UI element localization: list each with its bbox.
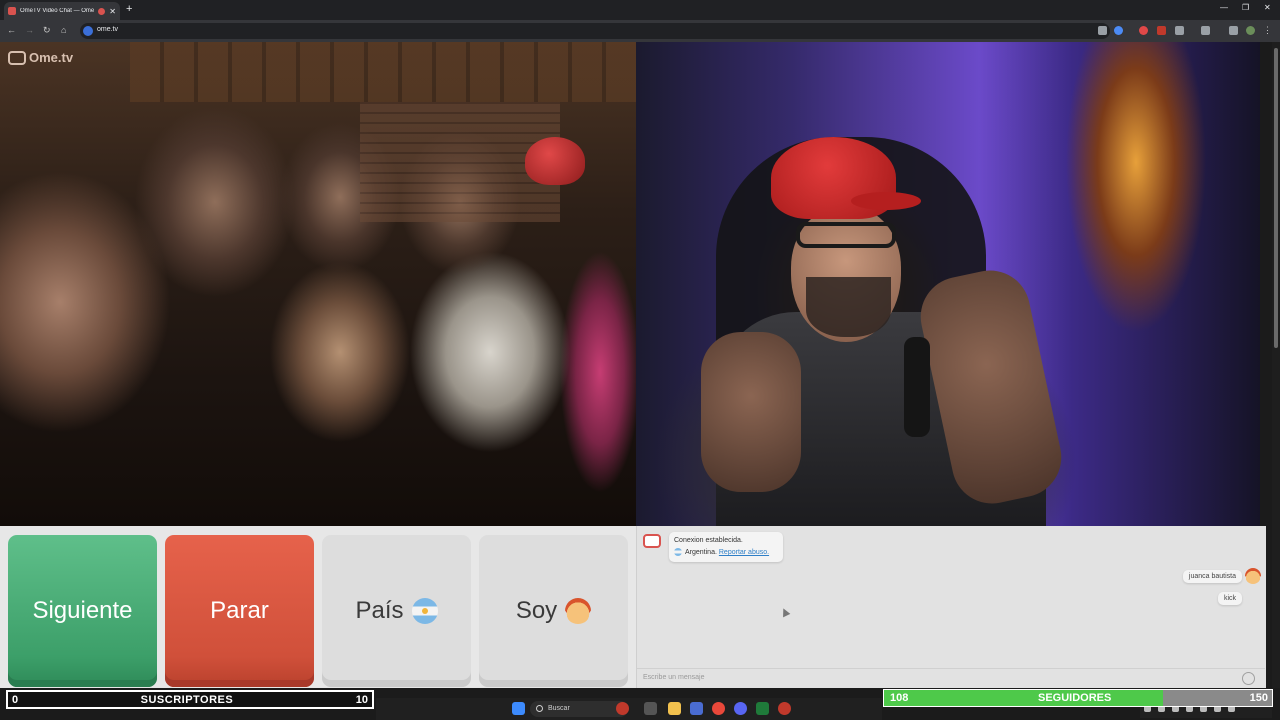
country-button[interactable]: País	[322, 535, 471, 687]
home-icon[interactable]: ⌂	[61, 25, 66, 35]
browser-tab[interactable]: OmeTV Video Chat — Ome ✕	[4, 2, 120, 20]
extensions-puzzle-icon[interactable]	[1175, 26, 1184, 35]
new-tab-icon[interactable]: +	[126, 3, 132, 15]
message-input[interactable]: Escribe un mensaje	[637, 668, 1265, 688]
profile-avatar[interactable]	[1246, 26, 1255, 35]
argentina-flag-icon	[674, 548, 682, 557]
recording-indicator-icon	[98, 7, 106, 15]
followers-goal: 150	[1249, 692, 1268, 704]
country-button-label: País	[355, 597, 404, 624]
argentina-flag-icon	[411, 598, 438, 624]
stop-button[interactable]: Parar	[165, 535, 314, 687]
chat-message: kick	[1217, 592, 1242, 605]
obs-icon[interactable]	[778, 702, 791, 715]
subscribers-label: SUSCRIPTORES	[140, 693, 234, 706]
minimize-icon[interactable]: —	[1220, 3, 1228, 12]
install-app-icon[interactable]	[1098, 26, 1107, 35]
page-scrollbar[interactable]	[1272, 42, 1280, 688]
subscribers-goal-bar: 0 SUSCRIPTORES 10	[6, 690, 374, 709]
next-button-label: Siguiente	[32, 597, 133, 624]
system-message: Conexion establecida. Argentina. Reporta…	[669, 532, 783, 562]
forward-icon[interactable]: →	[25, 25, 34, 35]
followers-progress-fill	[884, 690, 1163, 706]
extension-red-icon[interactable]	[1139, 26, 1148, 35]
back-icon[interactable]: ←	[7, 25, 16, 35]
followers-goal-bar: 108 SEGUIDORES 150	[883, 689, 1273, 707]
report-abuse-link[interactable]: Reportar abuso.	[719, 549, 769, 556]
close-tab-icon[interactable]: ✕	[109, 7, 116, 16]
emoji-icon[interactable]	[1242, 672, 1255, 685]
browser-menu-icon[interactable]: ⋮	[1263, 25, 1272, 36]
gender-button[interactable]: Soy	[479, 535, 628, 687]
site-info-icon[interactable]	[83, 26, 93, 36]
scrollbar-thumb[interactable]	[1274, 48, 1278, 348]
reload-icon[interactable]: ↻	[43, 25, 51, 36]
self-avatar-icon	[1245, 568, 1261, 584]
connection-status-text: Conexion establecida.	[674, 537, 743, 544]
url-text: ome.tv	[97, 26, 119, 33]
close-window-icon[interactable]: ✕	[1264, 3, 1271, 12]
file-explorer-icon[interactable]	[668, 702, 681, 715]
stop-button-label: Parar	[210, 597, 269, 624]
omety-chat-logo-icon	[643, 534, 661, 548]
tab-search-icon[interactable]	[1229, 26, 1238, 35]
boy-face-icon	[565, 598, 592, 624]
tab-title: OmeTV Video Chat — Ome	[20, 8, 95, 14]
widget-icon[interactable]	[616, 702, 629, 715]
minecraft-icon[interactable]	[756, 702, 769, 715]
browser-tab-bar: OmeTV Video Chat — Ome ✕ + — ❐ ✕	[0, 0, 1280, 20]
mouse-cursor-icon	[779, 606, 791, 618]
stranger-video: Ome.tv	[0, 42, 636, 526]
omety-logo-text: Ome.tv	[29, 50, 74, 65]
folder-icon[interactable]	[690, 702, 703, 715]
followers-label: SEGUIDORES	[1038, 692, 1112, 704]
media-control-icon[interactable]	[1201, 26, 1210, 35]
subscribers-current: 0	[12, 693, 19, 706]
task-view-icon[interactable]	[644, 702, 657, 715]
extension-shield-icon[interactable]	[1157, 26, 1166, 35]
chat-panel: Conexion establecida. Argentina. Reporta…	[636, 526, 1266, 688]
self-video	[636, 42, 1260, 526]
taskbar-search-placeholder: Buscar	[548, 705, 570, 712]
message-input-placeholder: Escribe un mensaje	[643, 674, 705, 681]
windows-taskbar: Buscar	[376, 698, 882, 720]
maximize-icon[interactable]: ❐	[1242, 3, 1249, 12]
next-button[interactable]: Siguiente	[8, 535, 157, 687]
chrome-icon[interactable]	[712, 702, 725, 715]
omety-logo-icon	[8, 50, 26, 65]
followers-current: 108	[890, 692, 909, 704]
stranger-country-text: Argentina.	[685, 549, 717, 556]
gender-button-label: Soy	[515, 597, 558, 624]
url-field[interactable]: ome.tv	[80, 23, 1110, 39]
bookmark-star-icon[interactable]	[1114, 26, 1123, 35]
control-panel: Siguiente Parar País Soy	[0, 526, 636, 688]
taskbar-search[interactable]: Buscar	[530, 701, 628, 717]
search-icon	[536, 705, 543, 712]
omety-watermark: Ome.tv	[8, 50, 73, 65]
address-bar-row: ← → ↻ ⌂ ome.tv ⋮	[0, 20, 1280, 42]
windows-start-icon[interactable]	[512, 702, 525, 715]
chat-message: juanca bautista	[1182, 570, 1242, 583]
discord-icon[interactable]	[734, 702, 747, 715]
subscribers-goal: 10	[355, 693, 368, 706]
omety-favicon-icon	[8, 7, 16, 15]
